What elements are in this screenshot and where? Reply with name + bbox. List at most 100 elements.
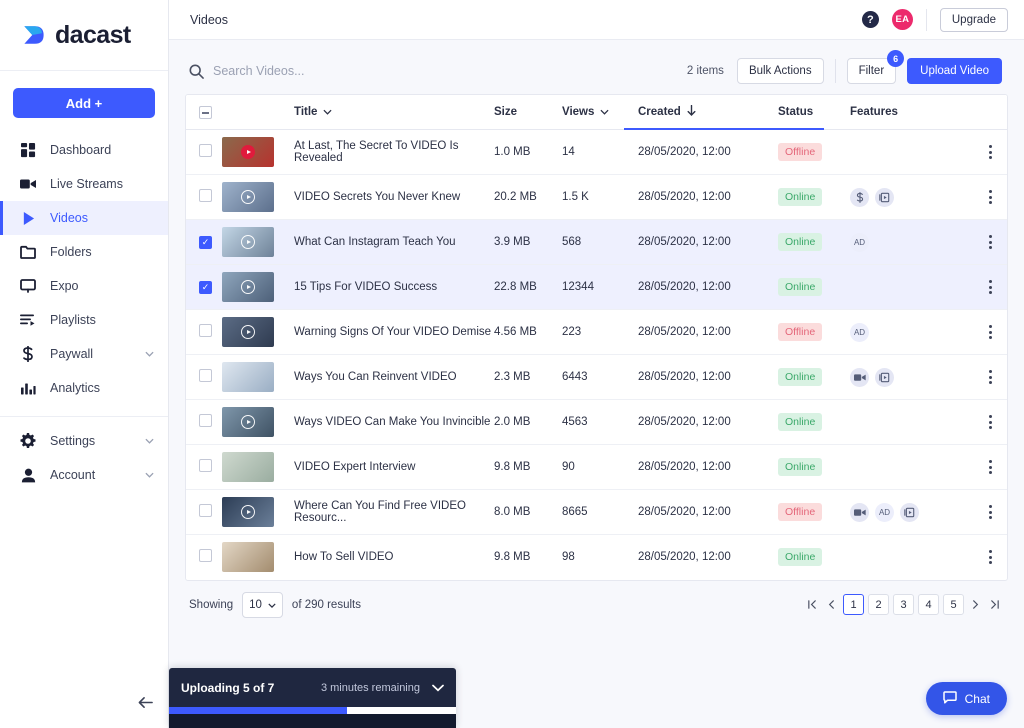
chevron-down-icon [145, 472, 154, 478]
row-checkbox[interactable] [199, 144, 212, 157]
features-cell [850, 175, 970, 220]
row-checkbox[interactable] [199, 504, 212, 517]
size-header[interactable]: Size [494, 95, 562, 130]
sidebar-item-live-streams[interactable]: Live Streams [0, 167, 168, 201]
ad-icon[interactable]: AD [850, 323, 869, 342]
upgrade-button[interactable]: Upgrade [940, 8, 1008, 32]
row-actions-cell [970, 130, 1008, 175]
video-thumbnail[interactable] [222, 497, 274, 527]
table-row[interactable]: ✓15 Tips For VIDEO Success22.8 MB1234428… [186, 265, 1008, 310]
last-page-icon[interactable] [987, 599, 1002, 610]
table-row[interactable]: Where Can You Find Free VIDEO Resourc...… [186, 490, 1008, 535]
video-created-cell: 28/05/2020, 12:00 [638, 535, 778, 580]
upload-video-button[interactable]: Upload Video [907, 58, 1002, 84]
row-checkbox[interactable] [199, 459, 212, 472]
search-box[interactable] [189, 64, 687, 79]
views-header[interactable]: Views [562, 95, 638, 130]
video-title: How To Sell VIDEO [294, 551, 394, 563]
row-checkbox[interactable] [199, 324, 212, 337]
page-button[interactable]: 3 [893, 594, 914, 615]
next-page-icon[interactable] [968, 599, 983, 610]
video-thumbnail[interactable] [222, 137, 274, 167]
ad-icon[interactable]: AD [875, 503, 894, 522]
table-row[interactable]: Warning Signs Of Your VIDEO Demise4.56 M… [186, 310, 1008, 355]
row-checkbox[interactable]: ✓ [199, 281, 212, 294]
row-menu-icon[interactable] [970, 546, 1008, 568]
prev-page-icon[interactable] [824, 599, 839, 610]
table-row[interactable]: How To Sell VIDEO9.8 MB9828/05/2020, 12:… [186, 535, 1008, 580]
video-size: 9.8 MB [494, 461, 530, 473]
sidebar-item-folders[interactable]: Folders [0, 235, 168, 269]
video-views: 223 [562, 326, 581, 338]
sidebar-item-paywall[interactable]: Paywall [0, 337, 168, 371]
row-menu-icon[interactable] [970, 366, 1008, 388]
sidebar-item-expo[interactable]: Expo [0, 269, 168, 303]
sidebar-collapse-button[interactable] [0, 696, 169, 714]
playlist-icon[interactable] [900, 503, 919, 522]
video-created-cell: 28/05/2020, 12:00 [638, 130, 778, 175]
add-button[interactable]: Add + [13, 88, 155, 118]
sidebar-item-account[interactable]: Account [0, 458, 168, 492]
search-input[interactable] [213, 64, 493, 78]
table-row[interactable]: ✓What Can Instagram Teach You3.9 MB56828… [186, 220, 1008, 265]
sidebar-item-dashboard[interactable]: Dashboard [0, 133, 168, 167]
table-row[interactable]: Ways You Can Reinvent VIDEO2.3 MB644328/… [186, 355, 1008, 400]
table-row[interactable]: At Last, The Secret To VIDEO Is Revealed… [186, 130, 1008, 175]
sidebar-item-playlists[interactable]: Playlists [0, 303, 168, 337]
sidebar-item-analytics[interactable]: Analytics [0, 371, 168, 405]
row-menu-icon[interactable] [970, 231, 1008, 253]
row-menu-icon[interactable] [970, 141, 1008, 163]
title-header[interactable]: Title [294, 95, 494, 130]
video-thumbnail[interactable] [222, 452, 274, 482]
first-page-icon[interactable] [805, 599, 820, 610]
row-menu-icon[interactable] [970, 321, 1008, 343]
playlist-icon[interactable] [875, 368, 894, 387]
bar-chart-icon [19, 379, 37, 397]
row-select-cell [186, 355, 222, 400]
sidebar: dacast Add + Dashboard Live Streams [0, 0, 169, 728]
row-menu-icon[interactable] [970, 411, 1008, 433]
row-checkbox[interactable]: ✓ [199, 236, 212, 249]
video-thumbnail[interactable] [222, 182, 274, 212]
created-header[interactable]: Created [638, 95, 778, 130]
camcorder-icon[interactable] [850, 503, 869, 522]
row-checkbox[interactable] [199, 189, 212, 202]
row-checkbox[interactable] [199, 549, 212, 562]
page-button[interactable]: 1 [843, 594, 864, 615]
page-button[interactable]: 4 [918, 594, 939, 615]
row-menu-icon[interactable] [970, 456, 1008, 478]
table-row[interactable]: VIDEO Expert Interview9.8 MB9028/05/2020… [186, 445, 1008, 490]
sidebar-item-videos[interactable]: Videos [0, 201, 168, 235]
table-body: At Last, The Secret To VIDEO Is Revealed… [186, 130, 1008, 580]
chat-button[interactable]: Chat [926, 682, 1007, 715]
page-button[interactable]: 2 [868, 594, 889, 615]
chevron-down-icon[interactable] [432, 684, 444, 692]
video-thumbnail[interactable] [222, 362, 274, 392]
row-menu-icon[interactable] [970, 501, 1008, 523]
table-row[interactable]: Ways VIDEO Can Make You Invincible2.0 MB… [186, 400, 1008, 445]
table-row[interactable]: VIDEO Secrets You Never Knew20.2 MB1.5 K… [186, 175, 1008, 220]
playlist-icon[interactable] [875, 188, 894, 207]
paywall-icon[interactable] [850, 188, 869, 207]
bulk-actions-button[interactable]: Bulk Actions [737, 58, 824, 84]
sidebar-item-settings[interactable]: Settings [0, 424, 168, 458]
upload-progress-panel[interactable]: Uploading 5 of 7 3 minutes remaining [169, 668, 456, 728]
ad-icon[interactable]: AD [850, 233, 869, 252]
row-checkbox[interactable] [199, 414, 212, 427]
page-button[interactable]: 5 [943, 594, 964, 615]
video-thumbnail[interactable] [222, 272, 274, 302]
question-mark-icon[interactable]: ? [862, 11, 879, 28]
row-checkbox[interactable] [199, 369, 212, 382]
video-thumbnail[interactable] [222, 542, 274, 572]
select-all-checkbox[interactable] [199, 106, 212, 119]
brand-logo[interactable]: dacast [0, 0, 168, 71]
per-page-select[interactable]: 10 [242, 592, 283, 618]
avatar[interactable]: EA [892, 9, 913, 30]
video-thumbnail[interactable] [222, 407, 274, 437]
camcorder-icon[interactable] [850, 368, 869, 387]
video-thumbnail[interactable] [222, 227, 274, 257]
row-menu-icon[interactable] [970, 186, 1008, 208]
video-thumbnail[interactable] [222, 317, 274, 347]
row-menu-icon[interactable] [970, 276, 1008, 298]
video-title: Ways VIDEO Can Make You Invincible [294, 416, 490, 428]
